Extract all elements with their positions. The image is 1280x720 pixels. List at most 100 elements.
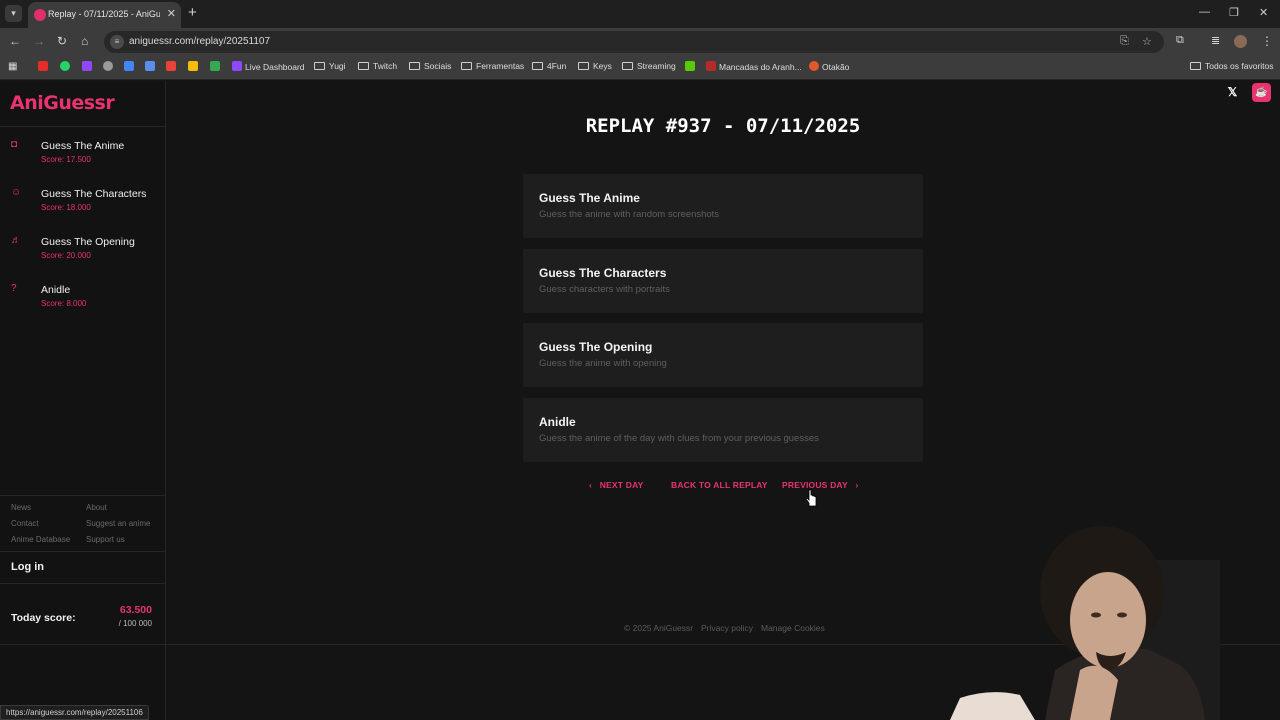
drive-bookmark-icon[interactable] xyxy=(188,61,201,72)
bookmark-folder-yugi[interactable]: Yugi xyxy=(314,61,346,71)
sidebar: AniGuessr ◘ Guess The Anime Score: 17.50… xyxy=(0,81,166,720)
docs-bookmark-icon[interactable] xyxy=(124,61,137,72)
sidebar-item-score: Score: 20.000 xyxy=(41,251,91,260)
sidebar-item-title: Guess The Opening xyxy=(41,236,135,248)
youtube-bookmark-icon[interactable] xyxy=(38,61,51,72)
reload-icon[interactable]: ↻ xyxy=(57,34,67,48)
mode-card-guess-the-opening[interactable]: Guess The Opening Guess the anime with o… xyxy=(523,323,923,387)
sidebar-divider xyxy=(0,583,166,584)
extensions-icon[interactable]: ⧉ xyxy=(1176,34,1184,47)
webcam-overlay xyxy=(950,526,1220,720)
bookmark-folder-twitch[interactable]: Twitch xyxy=(358,61,397,71)
card-description: Guess the anime with opening xyxy=(539,358,667,369)
site-info-icon[interactable]: ≡ xyxy=(110,35,124,49)
chevron-left-icon: ‹ xyxy=(589,480,593,490)
translate-bookmark-icon[interactable] xyxy=(145,61,158,72)
manage-cookies-link[interactable]: Manage Cookies xyxy=(761,623,825,633)
copyright-text: © 2025 AniGuessr xyxy=(624,623,694,633)
sidebar-divider xyxy=(0,126,166,127)
sidebar-item-anidle[interactable]: ? Anidle Score: 8.000 xyxy=(0,281,166,321)
footer-link-about[interactable]: About xyxy=(86,503,107,512)
install-app-icon[interactable]: ⎘ xyxy=(1120,35,1129,48)
tab-search-button[interactable]: ▾ xyxy=(5,5,22,22)
sidebar-item-guess-the-characters[interactable]: ☺ Guess The Characters Score: 18.000 xyxy=(0,185,166,225)
bookmark-mancadas[interactable]: Mancadas do Aranh... xyxy=(706,61,802,72)
card-title: Guess The Anime xyxy=(539,191,640,205)
mode-card-guess-the-characters[interactable]: Guess The Characters Guess characters wi… xyxy=(523,249,923,313)
x-social-icon[interactable]: 𝕏 xyxy=(1223,83,1242,102)
sidebar-item-score: Score: 18.000 xyxy=(41,203,91,212)
users-icon: ☺ xyxy=(11,187,22,198)
duolingo-bookmark-icon[interactable] xyxy=(685,61,698,72)
bookmark-all-favorites[interactable]: Todos os favoritos xyxy=(1190,61,1274,71)
menu-kebab-icon[interactable]: ⋮ xyxy=(1261,34,1273,48)
url-text: aniguessr.com/replay/20251107 xyxy=(129,36,271,47)
aniguessr-favicon-icon xyxy=(34,9,46,21)
footer-link-news[interactable]: News xyxy=(11,503,31,512)
whatsapp-bookmark-icon[interactable] xyxy=(60,61,73,72)
new-tab-button[interactable]: + xyxy=(188,5,197,20)
sidebar-item-title: Anidle xyxy=(41,284,71,296)
sheets-bookmark-icon[interactable] xyxy=(210,61,223,72)
browser-tab-active[interactable]: Replay - 07/11/2025 - AniGuessr ✕ xyxy=(28,2,181,28)
footer-link-contact[interactable]: Contact xyxy=(11,519,39,528)
page-title: REPLAY #937 - 07/11/2025 xyxy=(585,115,861,137)
card-title: Guess The Opening xyxy=(539,340,653,354)
forward-icon[interactable]: → xyxy=(33,34,45,48)
bookmark-folder-streaming[interactable]: Streaming xyxy=(622,61,676,71)
tab-close-icon[interactable]: ✕ xyxy=(167,7,176,20)
back-to-all-replay-link[interactable]: BACK TO ALL REPLAY xyxy=(671,480,768,490)
bookmark-folder-4fun[interactable]: 4Fun xyxy=(532,61,566,71)
twitch-bookmark-icon[interactable] xyxy=(82,61,95,72)
browser-navbar: ← → ↻ ⌂ ≡ aniguessr.com/replay/20251107 … xyxy=(0,28,1280,56)
bookmark-folder-ferramentas[interactable]: Ferramentas xyxy=(461,61,524,71)
kofi-cup-icon[interactable]: ☕ xyxy=(1252,83,1271,102)
today-score-label: Today score: xyxy=(11,612,76,624)
bookmark-folder-keys[interactable]: Keys xyxy=(578,61,612,71)
card-description: Guess characters with portraits xyxy=(539,284,670,295)
address-bar[interactable]: ≡ aniguessr.com/replay/20251107 ⎘ ☆ xyxy=(104,31,1164,53)
bookmark-live-dashboard[interactable]: Live Dashboard xyxy=(232,61,305,72)
apps-grid-icon[interactable]: ▦ xyxy=(8,61,17,72)
restore-icon[interactable]: ❐ xyxy=(1229,6,1239,19)
sidebar-item-score: Score: 8.000 xyxy=(41,299,87,308)
privacy-policy-link[interactable]: Privacy policy xyxy=(701,623,753,633)
media-controls-icon[interactable]: ≣ xyxy=(1211,34,1220,47)
sidebar-divider xyxy=(0,644,166,645)
back-icon[interactable]: ← xyxy=(9,34,21,48)
bookmarks-bar: ▦ Live Dashboard Yugi Twitch Sociais Fer… xyxy=(0,56,1280,80)
sidebar-divider xyxy=(0,551,166,552)
sidebar-item-guess-the-opening[interactable]: ♬ Guess The Opening Score: 20.000 xyxy=(0,233,166,273)
aniguessr-logo[interactable]: AniGuessr xyxy=(10,92,115,114)
minimize-icon[interactable]: — xyxy=(1199,6,1210,18)
login-link[interactable]: Log in xyxy=(11,561,44,573)
gmail-bookmark-icon[interactable] xyxy=(166,61,179,72)
next-day-link[interactable]: ‹ NEXT DAY xyxy=(589,480,644,490)
chevron-right-icon: › xyxy=(855,480,859,490)
previous-day-link[interactable]: PREVIOUS DAY › xyxy=(782,480,859,490)
sidebar-item-score: Score: 17.500 xyxy=(41,155,91,164)
footer-link-suggest[interactable]: Suggest an anime xyxy=(86,519,151,528)
mode-card-anidle[interactable]: Anidle Guess the anime of the day with c… xyxy=(523,398,923,462)
mouse-cursor-icon xyxy=(806,489,817,507)
bookmark-otakao[interactable]: Otakão xyxy=(809,61,849,72)
close-window-icon[interactable]: ✕ xyxy=(1259,6,1268,19)
card-title: Guess The Characters xyxy=(539,266,667,280)
sidebar-item-title: Guess The Characters xyxy=(41,188,147,200)
status-bar-url: https://aniguessr.com/replay/20251106 xyxy=(0,705,149,720)
card-title: Anidle xyxy=(539,415,576,429)
bookmark-star-icon[interactable]: ☆ xyxy=(1142,35,1152,48)
profile-avatar-icon[interactable] xyxy=(1234,35,1247,48)
sidebar-item-guess-the-anime[interactable]: ◘ Guess The Anime Score: 17.500 xyxy=(0,137,166,177)
footer-link-support[interactable]: Support us xyxy=(86,535,125,544)
camera-icon: ◘ xyxy=(11,139,18,150)
sidebar-divider xyxy=(0,495,166,496)
browser-tabbar: ▾ Replay - 07/11/2025 - AniGuessr ✕ + — … xyxy=(0,0,1280,28)
question-icon: ? xyxy=(11,283,17,294)
home-icon[interactable]: ⌂ xyxy=(81,34,88,48)
footer-link-anime-database[interactable]: Anime Database xyxy=(11,535,70,544)
tab-title: Replay - 07/11/2025 - AniGuessr xyxy=(48,9,160,19)
bookmark-folder-sociais[interactable]: Sociais xyxy=(409,61,451,71)
web-bookmark-icon[interactable] xyxy=(103,61,116,72)
mode-card-guess-the-anime[interactable]: Guess The Anime Guess the anime with ran… xyxy=(523,174,923,238)
